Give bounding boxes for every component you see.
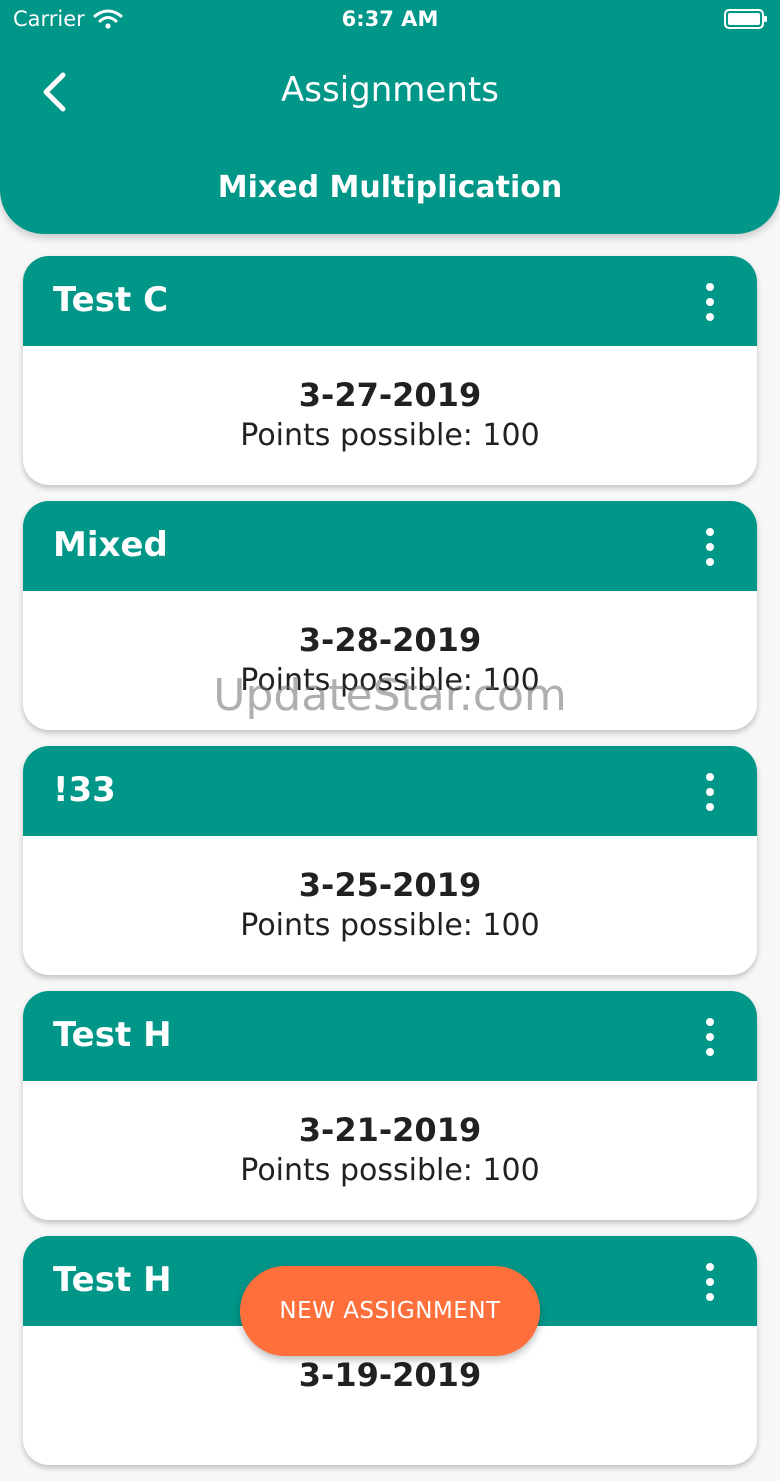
more-vertical-icon[interactable] (699, 1017, 721, 1057)
assignment-points: Points possible: 100 (240, 663, 540, 698)
assignment-card-header: Test H (23, 991, 757, 1081)
assignment-card-body: 3-25-2019 Points possible: 100 (23, 836, 757, 943)
more-vertical-icon[interactable] (699, 527, 721, 567)
assignment-card-body: 3-28-2019 Points possible: 100 (23, 591, 757, 698)
assignment-title: !33 (53, 770, 116, 810)
assignment-points: Points possible: 100 (240, 1153, 540, 1188)
assignment-card[interactable]: Test H 3-21-2019 Points possible: 100 (23, 991, 757, 1220)
assignment-card-header: Test C (23, 256, 757, 346)
assignment-title: Test C (53, 280, 169, 320)
more-vertical-icon[interactable] (699, 772, 721, 812)
assignment-card-header: !33 (23, 746, 757, 836)
assignment-date: 3-25-2019 (298, 866, 482, 904)
status-bar: Carrier 6:37 AM (0, 0, 780, 40)
assignment-card[interactable]: Mixed 3-28-2019 Points possible: 100 (23, 501, 757, 730)
assignment-card[interactable]: Test C 3-27-2019 Points possible: 100 (23, 256, 757, 485)
assignment-points: Points possible: 100 (240, 418, 540, 453)
assignment-card-body: 3-27-2019 Points possible: 100 (23, 346, 757, 453)
status-time: 6:37 AM (341, 7, 439, 31)
assignment-points: Points possible: 100 (240, 908, 540, 943)
assignment-card[interactable]: !33 3-25-2019 Points possible: 100 (23, 746, 757, 975)
assignment-card-header: Mixed (23, 501, 757, 591)
page-title: Assignments (281, 70, 499, 110)
assignment-card-body: 3-21-2019 Points possible: 100 (23, 1081, 757, 1188)
more-vertical-icon[interactable] (699, 1262, 721, 1302)
assignment-title: Test H (53, 1260, 172, 1300)
page-subtitle: Mixed Multiplication (217, 170, 563, 205)
assignment-date: 3-28-2019 (298, 621, 482, 659)
new-assignment-button[interactable]: NEW ASSIGNMENT (240, 1266, 540, 1356)
battery-icon (724, 9, 767, 29)
more-vertical-icon[interactable] (699, 282, 721, 322)
assignment-date: 3-21-2019 (298, 1111, 482, 1149)
assignment-title: Mixed (53, 525, 168, 565)
app-header: Carrier 6:37 AM Assignments Mixed Multip… (0, 0, 780, 234)
assignment-date: 3-27-2019 (298, 376, 482, 414)
assignment-title: Test H (53, 1015, 172, 1055)
